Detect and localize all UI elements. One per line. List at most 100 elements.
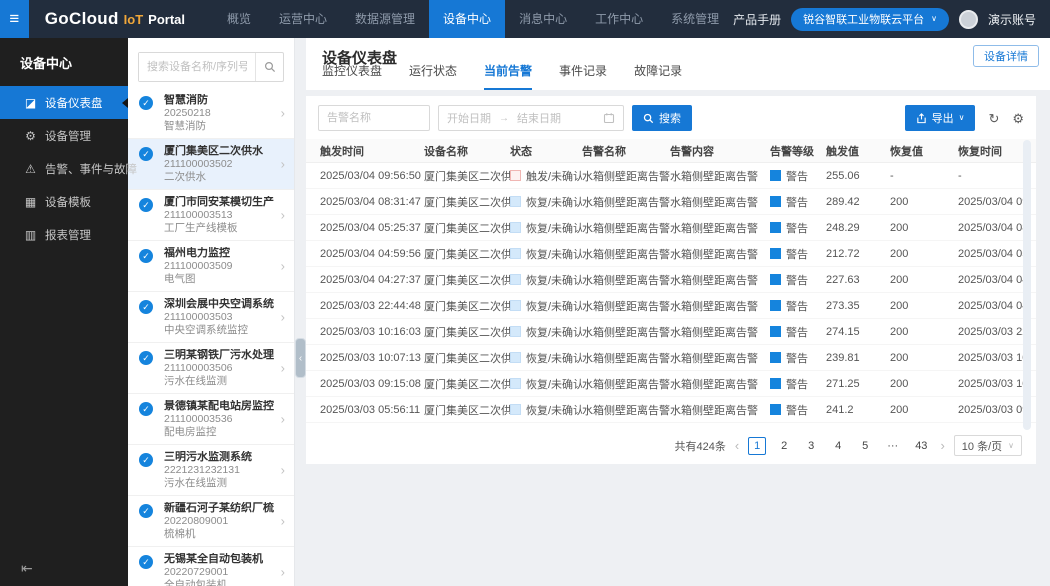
top-nav-item[interactable]: 消息中心 — [505, 0, 581, 38]
device-list-item[interactable]: ✓ 三明污水监测系统 2221231232131 污水在线监测 › — [128, 445, 294, 496]
tab[interactable]: 事件记录 — [559, 62, 607, 90]
cell-status: 恢复/未确认 — [510, 272, 582, 288]
cell-alarm-content: 水箱侧壁距离告警 — [670, 376, 770, 392]
next-page-button[interactable]: › — [940, 438, 944, 453]
sidebar-item[interactable]: 设备仪表盘 — [0, 86, 128, 119]
check-circle-icon: ✓ — [139, 198, 153, 212]
table-row[interactable]: 2025/03/04 09:56:50 厦门集美区二次供水 触发/未确认 水箱侧… — [306, 163, 1036, 189]
menu-toggle-button[interactable]: ≡ — [0, 0, 29, 38]
device-list-item[interactable]: ✓ 厦门集美区二次供水 211100003502 二次供水 › — [128, 139, 294, 190]
device-detail-button[interactable]: 设备详情 — [973, 45, 1039, 67]
table-row[interactable]: 2025/03/04 08:31:47 厦门集美区二次供水 恢复/未确认 水箱侧… — [306, 189, 1036, 215]
table-row[interactable]: 2025/03/03 10:16:03 厦门集美区二次供水 恢复/未确认 水箱侧… — [306, 319, 1036, 345]
export-button[interactable]: 导出 ∨ — [905, 105, 976, 131]
cell-alarm-level: 警告 — [770, 350, 826, 366]
search-button[interactable]: 搜索 — [632, 105, 692, 131]
page-number-button[interactable]: 1 — [748, 437, 766, 455]
status-label: 恢复/未确认 — [526, 272, 582, 288]
date-range-picker[interactable]: 开始日期 → 结束日期 — [438, 105, 624, 131]
page-number-button[interactable]: ··· — [883, 437, 902, 455]
sidebar-item[interactable]: 设备模板 — [0, 185, 128, 218]
cell-status: 恢复/未确认 — [510, 246, 582, 262]
page-number-button[interactable]: 4 — [829, 437, 847, 455]
tab[interactable]: 故障记录 — [634, 62, 682, 90]
cell-trigger-time: 2025/03/04 04:59:56 — [320, 248, 424, 260]
cell-alarm-content: 水箱侧壁距离告警 — [670, 350, 770, 366]
sidebar-item[interactable]: 设备管理 — [0, 119, 128, 152]
chevron-right-icon: › — [281, 361, 285, 376]
device-list-item[interactable]: ✓ 景德镇某配电站房监控 211100003536 配电房监控 › — [128, 394, 294, 445]
cell-alarm-content: 水箱侧壁距离告警 — [670, 220, 770, 236]
page-number-button[interactable]: 3 — [802, 437, 820, 455]
top-nav-item[interactable]: 运营中心 — [265, 0, 341, 38]
device-list-item[interactable]: ✓ 福州电力监控 211100003509 电气图 › — [128, 241, 294, 292]
table-row[interactable]: 2025/03/03 22:44:48 厦门集美区二次供水 恢复/未确认 水箱侧… — [306, 293, 1036, 319]
device-serial: 211100003503 — [164, 311, 274, 324]
page-number-button[interactable]: 5 — [856, 437, 874, 455]
table-row[interactable]: 2025/03/04 04:59:56 厦门集美区二次供水 恢复/未确认 水箱侧… — [306, 241, 1036, 267]
tab[interactable]: 运行状态 — [409, 62, 457, 90]
device-list-item[interactable]: ✓ 新疆石河子某纺织厂梳棉机 20220809001 梳棉机 › — [128, 496, 294, 547]
app-logo: GoCloud IoT Portal — [45, 9, 185, 29]
top-nav-item[interactable]: 数据源管理 — [341, 0, 429, 38]
cell-alarm-name: 水箱侧壁距离告警 — [582, 272, 670, 288]
top-nav-item[interactable]: 工作中心 — [581, 0, 657, 38]
status-square-icon — [510, 378, 521, 389]
tab[interactable]: 当前告警 — [484, 62, 532, 90]
alarm-name-input[interactable] — [318, 105, 430, 131]
platform-selector[interactable]: 锐谷智联工业物联云平台 ∨ — [791, 8, 949, 31]
table-scrollbar[interactable] — [1023, 140, 1031, 430]
device-list-item[interactable]: ✓ 无锡某全自动包装机 20220729001 全自动包装机 › — [128, 547, 294, 586]
product-manual-link[interactable]: 产品手册 — [733, 11, 781, 28]
table-row[interactable]: 2025/03/04 05:25:37 厦门集美区二次供水 恢复/未确认 水箱侧… — [306, 215, 1036, 241]
cell-alarm-name: 水箱侧壁距离告警 — [582, 194, 670, 210]
page-number-button[interactable]: 2 — [775, 437, 793, 455]
page-size-label: 10 条/页 — [962, 438, 1002, 454]
refresh-icon[interactable]: ↻ — [988, 112, 999, 125]
device-template: 智慧消防 — [164, 120, 274, 133]
device-name: 三明某钢铁厂污水处理系统 — [164, 349, 274, 362]
chevron-right-icon: › — [281, 259, 285, 274]
status-square-icon — [510, 248, 521, 259]
device-list-item[interactable]: ✓ 三明某钢铁厂污水处理系统 211100003506 污水在线监测 › — [128, 343, 294, 394]
cell-device-name: 厦门集美区二次供水 — [424, 298, 510, 314]
level-label: 警告 — [786, 402, 808, 418]
sidebar-item[interactable]: 报表管理 — [0, 218, 128, 251]
status-label: 恢复/未确认 — [526, 350, 582, 366]
tab[interactable]: 监控仪表盘 — [322, 62, 382, 90]
template-icon — [23, 195, 38, 209]
cell-alarm-name: 水箱侧壁距离告警 — [582, 246, 670, 262]
sidebar-item[interactable]: 告警、事件与故障 — [0, 152, 128, 185]
panel-collapse-handle[interactable]: ‹ — [295, 338, 306, 378]
report-icon — [23, 228, 38, 242]
page-size-select[interactable]: 10 条/页 ∨ — [954, 435, 1022, 456]
column-settings-icon[interactable]: ⚙ — [1012, 112, 1024, 125]
device-list-item[interactable]: ✓ 智慧消防 20250218 智慧消防 › — [128, 88, 294, 139]
device-manage-icon — [23, 129, 38, 143]
table-row[interactable]: 2025/03/03 05:56:11 厦门集美区二次供水 恢复/未确认 水箱侧… — [306, 397, 1036, 423]
device-list-item[interactable]: ✓ 厦门市同安某模切生产线 211100003513 工厂生产线模板 › — [128, 190, 294, 241]
alarm-icon — [23, 162, 38, 176]
device-search-button[interactable] — [255, 53, 283, 81]
check-circle-icon: ✓ — [139, 555, 153, 569]
top-nav-item[interactable]: 设备中心 — [429, 0, 505, 38]
device-list-item[interactable]: ✓ 深圳会展中央空调系统 211100003503 中央空调系统监控 › — [128, 292, 294, 343]
table-row[interactable]: 2025/03/03 09:15:08 厦门集美区二次供水 恢复/未确认 水箱侧… — [306, 371, 1036, 397]
level-label: 警告 — [786, 272, 808, 288]
device-name: 三明污水监测系统 — [164, 451, 274, 464]
table-row[interactable]: 2025/03/03 10:07:13 厦门集美区二次供水 恢复/未确认 水箱侧… — [306, 345, 1036, 371]
menu-fold-icon[interactable]: ⇤ — [21, 560, 33, 577]
page-number-button[interactable]: 43 — [911, 437, 931, 455]
cell-recover-value: 200 — [890, 274, 958, 286]
top-nav-item[interactable]: 系统管理 — [657, 0, 733, 38]
cell-trigger-value: 212.72 — [826, 248, 890, 260]
check-circle-icon: ✓ — [139, 249, 153, 263]
device-template: 污水在线监测 — [164, 375, 274, 388]
cell-alarm-name: 水箱侧壁距离告警 — [582, 220, 670, 236]
device-serial: 20220729001 — [164, 566, 274, 579]
table-row[interactable]: 2025/03/04 04:27:37 厦门集美区二次供水 恢复/未确认 水箱侧… — [306, 267, 1036, 293]
device-search-input[interactable] — [139, 53, 255, 81]
top-nav-item[interactable]: 概览 — [213, 0, 265, 38]
avatar[interactable] — [959, 10, 978, 29]
prev-page-button[interactable]: ‹ — [735, 438, 739, 453]
